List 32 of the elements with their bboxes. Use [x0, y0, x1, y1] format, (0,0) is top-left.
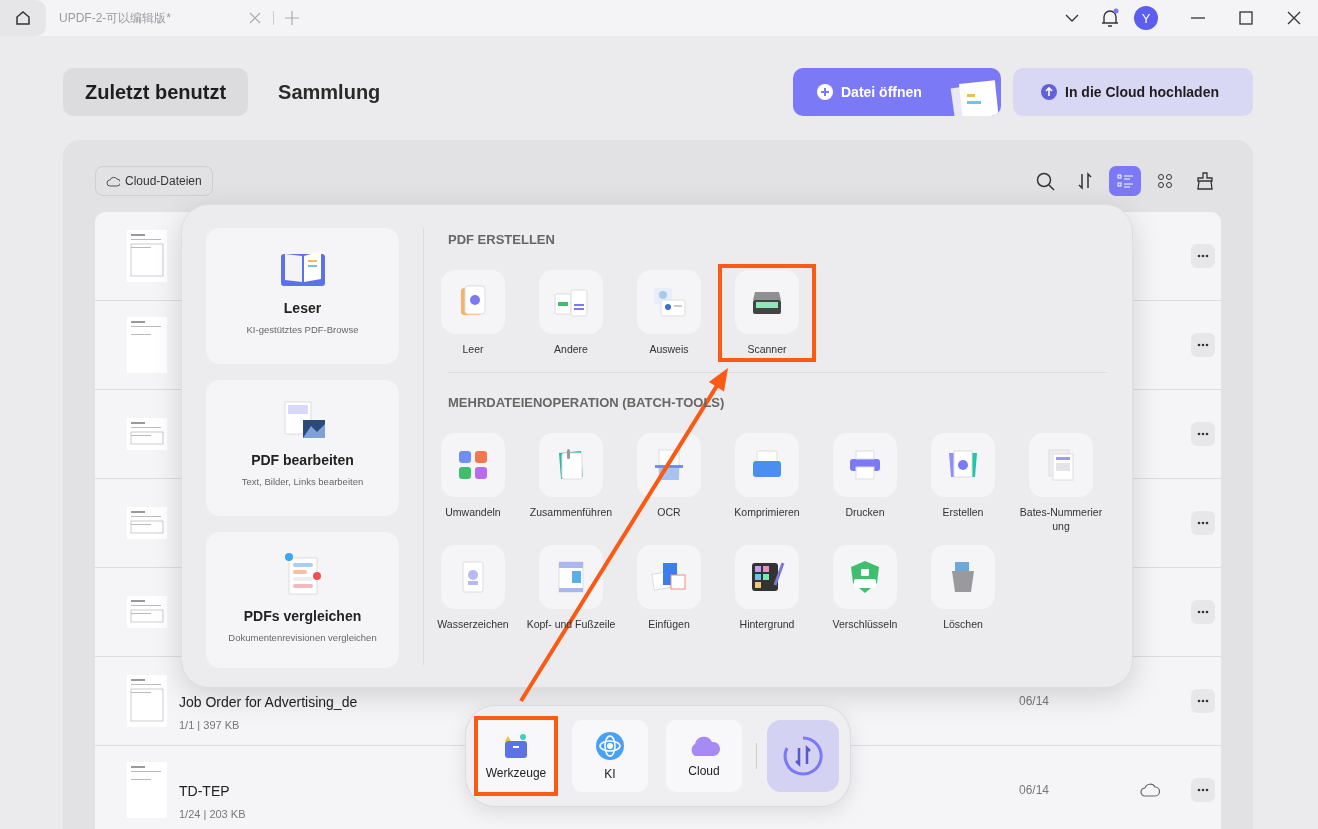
dock-label: KI [604, 767, 616, 781]
dock-label: Werkzeuge [485, 766, 547, 780]
card-subtitle: Text, Bilder, Links bearbeiten [241, 476, 364, 487]
file-info: 1/1 | 397 KB [179, 718, 240, 731]
file-name: TD-TEP [179, 782, 230, 799]
card-title: Leser [283, 300, 322, 316]
tool-label: Scanner [746, 342, 788, 356]
tool-label: Wasserzeichen [436, 617, 510, 631]
tool-label: Löschen [942, 617, 984, 631]
tool-label: Andere [553, 342, 589, 356]
tool-label: Leer [461, 342, 485, 356]
file-info: 1/24 | 203 KB [179, 807, 246, 820]
file-date: 06/14 [1019, 694, 1051, 708]
tool-label: Einfügen [647, 617, 691, 631]
section-title: PDF ERSTELLEN [448, 232, 556, 248]
card-title: PDFs vergleichen [243, 608, 362, 624]
file-name: Job Order for Advertising_de [179, 693, 358, 710]
tool-label: Erstellen [941, 505, 985, 519]
tool-label: Verschlüsseln [831, 617, 899, 631]
tool-label: Zusammenführen [528, 505, 614, 519]
tool-label: Hintergrund [738, 617, 796, 631]
card-subtitle: KI-gestütztes PDF-Browse [246, 324, 359, 335]
tool-label: Komprimieren [733, 505, 801, 519]
tool-label: Ausweis [648, 342, 690, 356]
tool-label: OCR [656, 505, 682, 519]
dock-label: Cloud [688, 764, 720, 778]
tool-label: Bates-Nummerier ung [1018, 505, 1104, 533]
tool-label: Drucken [844, 505, 886, 519]
file-date: 06/14 [1019, 783, 1051, 797]
tool-label: Umwandeln [444, 505, 502, 519]
card-subtitle: Dokumentenrevisionen vergleichen [228, 632, 377, 643]
card-title: PDF bearbeiten [251, 452, 354, 468]
